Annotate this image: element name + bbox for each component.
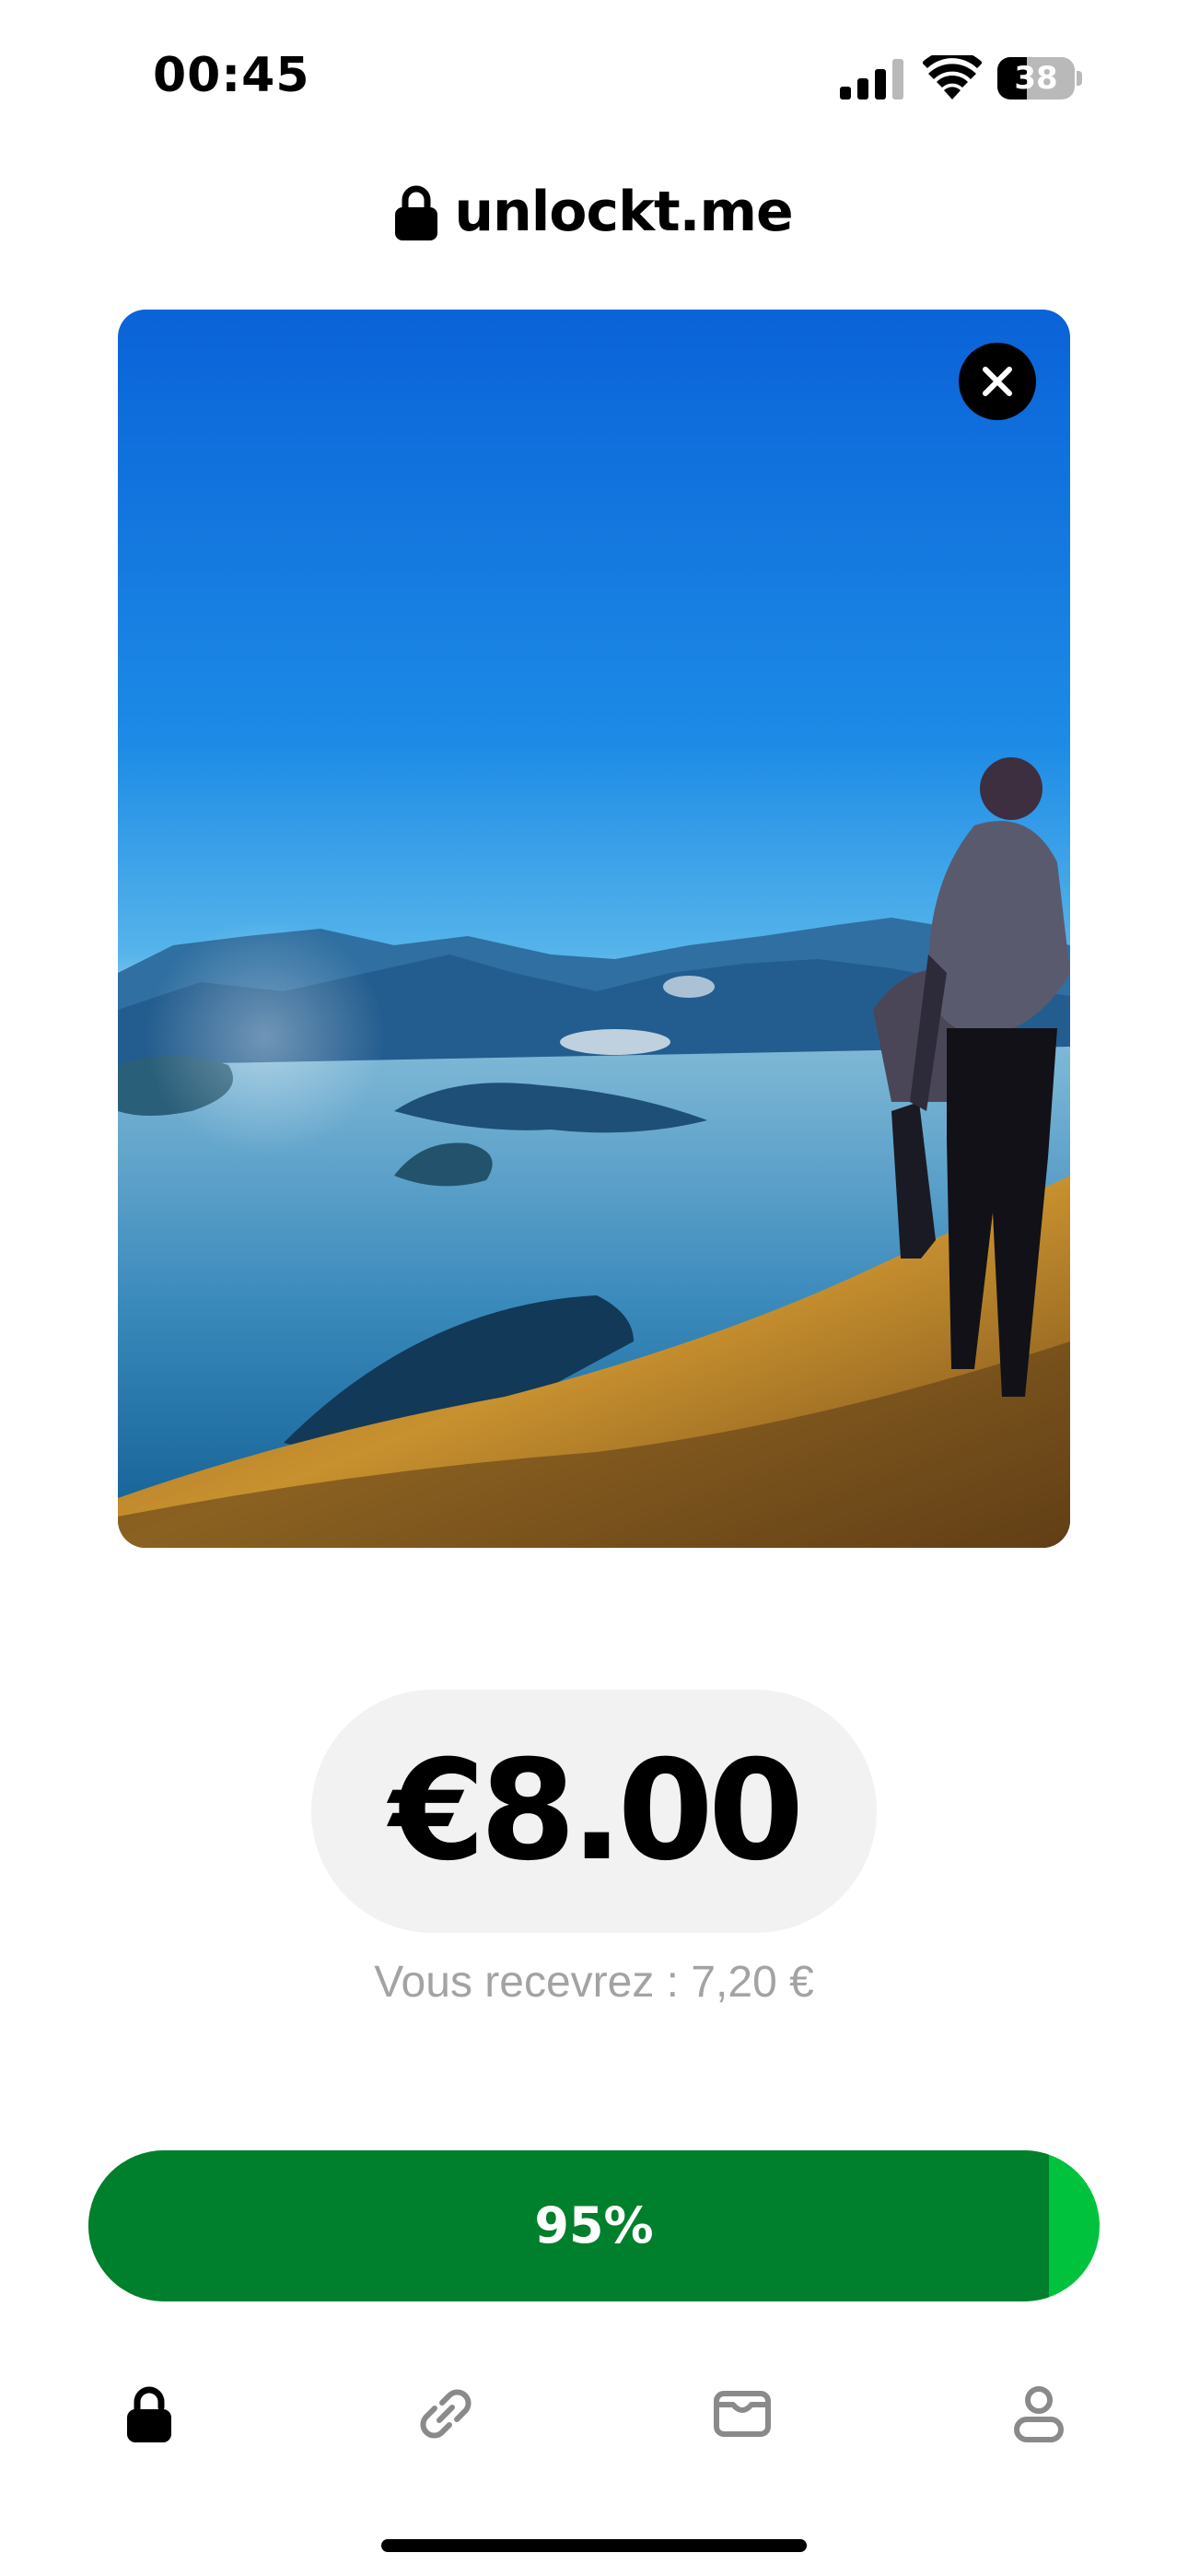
site-header: unlockt.me: [0, 166, 1188, 258]
lock-icon: [395, 185, 438, 240]
status-bar: 00:45 38: [0, 0, 1188, 157]
bottom-nav: [0, 2368, 1188, 2460]
receive-note: Vous recevrez : 7,20 €: [374, 1958, 814, 2007]
unlock-progress-button[interactable]: 95%: [88, 2150, 1100, 2301]
lock-icon: [127, 2386, 171, 2442]
landscape-photo: [118, 310, 1070, 1548]
battery-level: 38: [1014, 60, 1058, 97]
progress-label: 95%: [534, 2196, 654, 2254]
home-indicator[interactable]: [381, 2539, 807, 2552]
signal-icon: [840, 59, 903, 100]
nav-item-wallet[interactable]: [696, 2368, 788, 2460]
nav-item-unlock[interactable]: [103, 2368, 195, 2460]
price-amount: €8.00: [389, 1731, 804, 1891]
wallet-icon: [714, 2391, 771, 2437]
close-icon: [983, 367, 1012, 396]
nav-item-profile[interactable]: [993, 2368, 1085, 2460]
link-icon: [420, 2389, 472, 2439]
nav-item-links[interactable]: [400, 2368, 492, 2460]
price-pill[interactable]: €8.00: [311, 1690, 877, 1933]
wifi-icon: [923, 55, 982, 100]
site-title: unlockt.me: [454, 180, 793, 244]
close-button[interactable]: [959, 343, 1036, 420]
status-time: 00:45: [153, 48, 310, 103]
battery-indicator: 38: [997, 57, 1082, 100]
user-icon: [1014, 2386, 1064, 2442]
